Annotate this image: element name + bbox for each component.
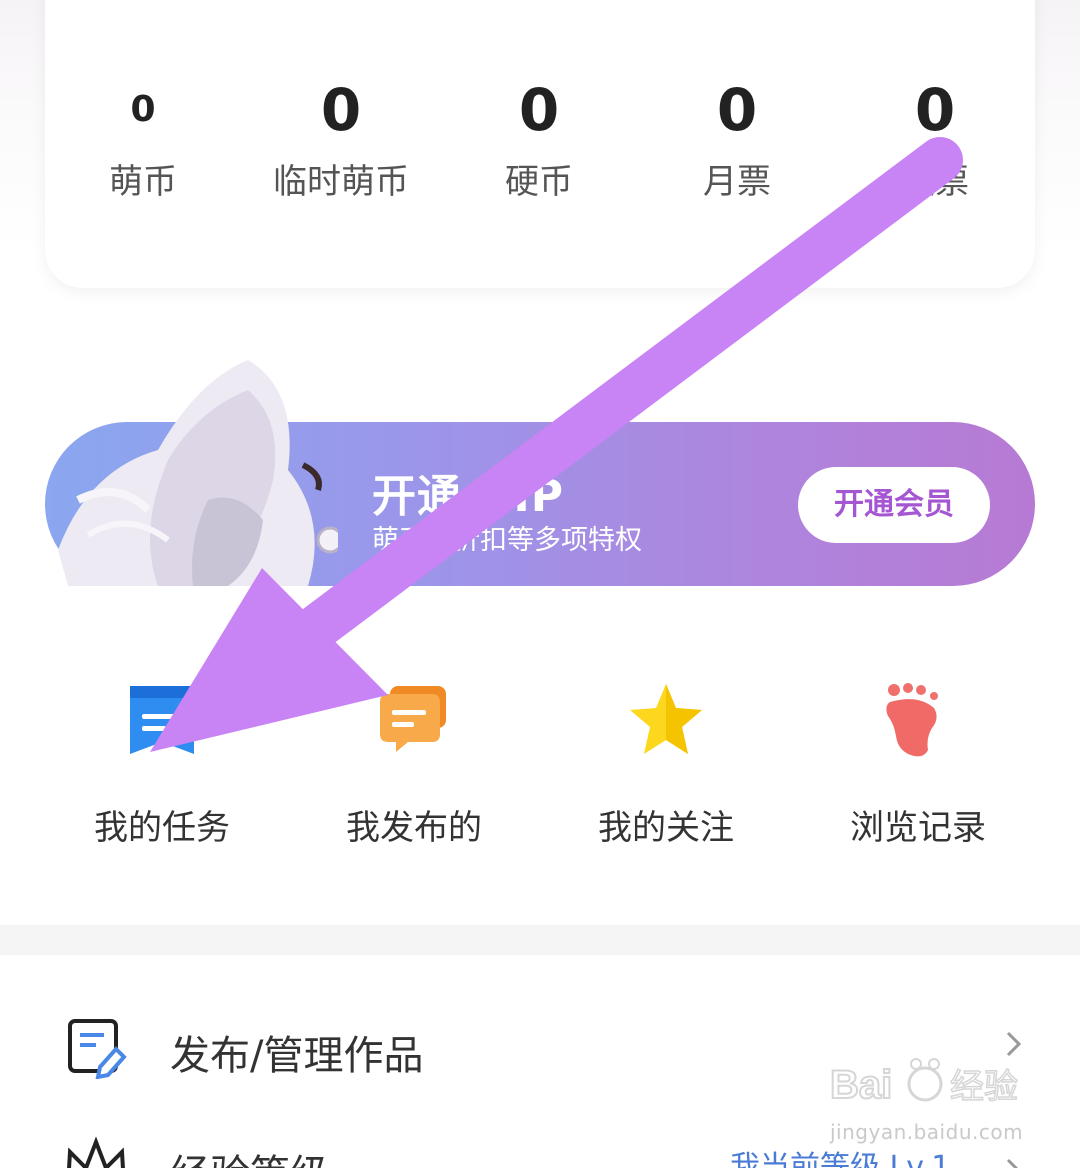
stat-label: 月票 [703, 162, 771, 202]
stat-label: 硬币 [505, 162, 573, 202]
current-level-text: 我当前等级 Lv.1 [730, 1150, 951, 1168]
stat-value: 0 [914, 76, 956, 144]
stat-mengbi[interactable]: 0 萌币 [44, 70, 242, 204]
footprint-icon [886, 683, 938, 757]
stat-value: 0 [130, 89, 156, 130]
stat-monthly-ticket[interactable]: 0 月票 [638, 70, 836, 204]
stat-value: 0 [716, 76, 758, 144]
stat-coin[interactable]: 0 硬币 [440, 70, 638, 204]
svg-text:经验: 经验 [950, 1067, 1018, 1107]
stat-temp-mengbi[interactable]: 0 临时萌币 [242, 70, 440, 204]
vip-subtitle: 萌币、折扣等多项特权 [372, 525, 642, 556]
quick-action-my-follows[interactable]: 我的关注 [566, 680, 766, 849]
baidu-jingyan-watermark: Bai 经验 [830, 1058, 1019, 1108]
vip-title: 开通 VIP [372, 471, 564, 522]
svg-text:Bai: Bai [830, 1063, 892, 1107]
task-icon [130, 686, 194, 754]
section-divider [0, 925, 1080, 955]
stat-value: 0 [518, 76, 560, 144]
quick-action-label: 我的任务 [94, 808, 230, 848]
stat-update-ticket[interactable]: 0 更票 [836, 70, 1034, 204]
vip-character-illustration [58, 360, 338, 586]
quick-action-history[interactable]: 浏览记录 [818, 680, 1018, 849]
quick-action-my-tasks[interactable]: 我的任务 [62, 680, 262, 849]
profile-screen: 0 萌币 0 临时萌币 0 硬币 0 月票 0 更票 开通 VIP 萌币、折扣等… [0, 0, 1080, 1168]
quick-action-label: 我发布的 [346, 808, 482, 848]
crown-icon [67, 1136, 125, 1168]
stat-label: 临时萌币 [273, 162, 409, 202]
stat-label: 萌币 [109, 162, 177, 202]
watermark-url: jingyan.baidu.com [830, 1120, 1024, 1144]
menu-item-label: 经验等级 [170, 1142, 330, 1168]
message-icon [380, 686, 446, 752]
star-icon [630, 684, 702, 754]
quick-action-label: 我的关注 [598, 808, 734, 848]
quick-action-label: 浏览记录 [850, 808, 986, 848]
stat-value: 0 [320, 76, 362, 144]
quick-action-my-posts[interactable]: 我发布的 [314, 680, 514, 849]
menu-item-label: 发布/管理作品 [170, 1033, 424, 1079]
open-vip-button[interactable]: 开通会员 [798, 467, 990, 543]
stat-label: 更票 [901, 162, 969, 202]
chevron-right-icon [1006, 1158, 1019, 1168]
edit-icon [68, 1019, 127, 1079]
